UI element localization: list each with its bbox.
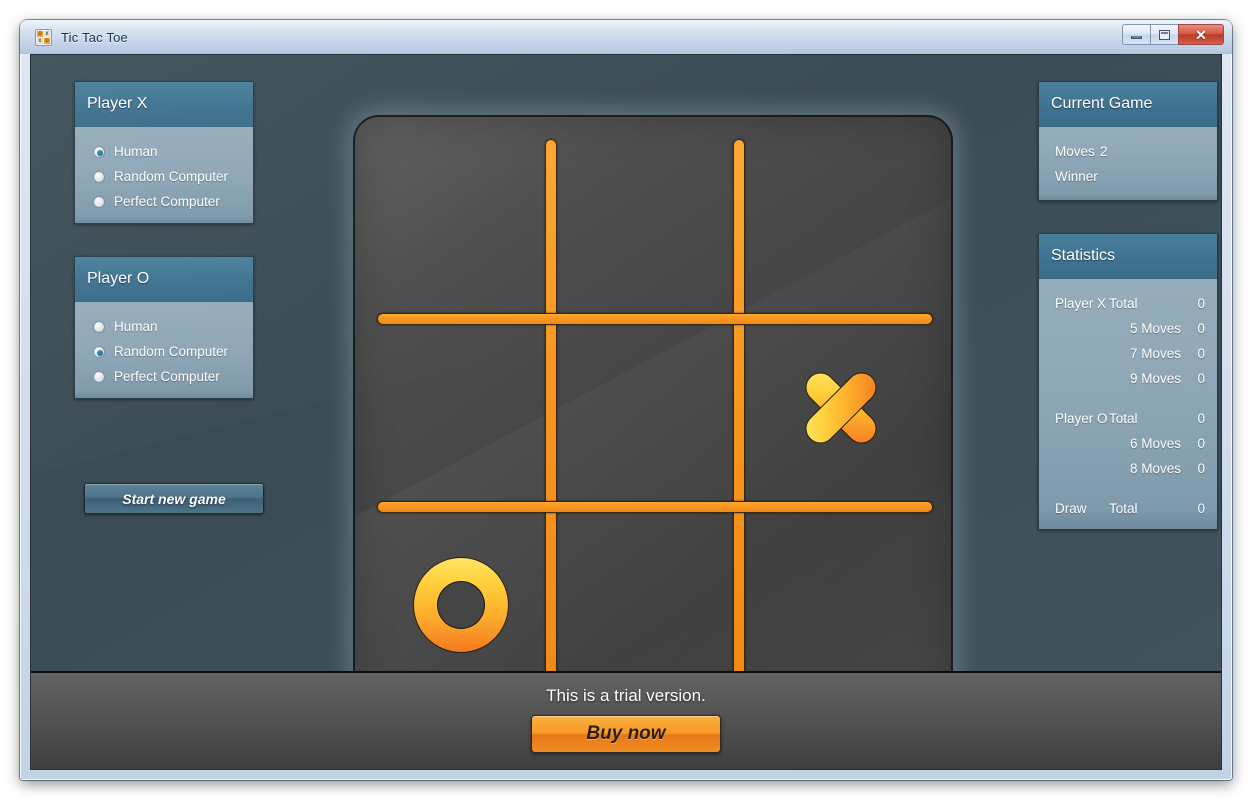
stat-spacer xyxy=(1039,391,1217,406)
buy-now-label: Buy now xyxy=(586,723,666,744)
current-game-row-winner: Winner xyxy=(1039,164,1217,189)
player-o-option-perfect-computer[interactable]: Perfect Computer xyxy=(75,364,253,389)
current-game-title: Current Game xyxy=(1051,95,1153,112)
minimize-icon xyxy=(1131,35,1142,39)
player-x-option-perfect-computer[interactable]: Perfect Computer xyxy=(75,189,253,214)
radio-icon[interactable] xyxy=(93,320,105,333)
board-cell-2-2[interactable] xyxy=(747,507,937,697)
tic-tac-toe-icon: oxxo xyxy=(35,28,52,46)
stat-row-player-x-7-moves: Player X 7 Moves 0 xyxy=(1039,341,1217,366)
stat-value: 0 xyxy=(1197,461,1205,476)
player-x-panel: Player X Human Random Computer Perfect C… xyxy=(74,81,254,224)
close-button[interactable]: ✕ xyxy=(1178,24,1224,45)
stat-row-player-x-5-moves: Player X 5 Moves 0 xyxy=(1039,316,1217,341)
maximize-icon xyxy=(1159,29,1170,40)
stat-row-player-x-9-moves: Player X 9 Moves 0 xyxy=(1039,366,1217,391)
buy-now-button[interactable]: Buy now xyxy=(531,715,721,753)
stat-category: 7 Moves xyxy=(1129,346,1181,361)
game-board[interactable] xyxy=(353,115,953,715)
option-label: Random Computer xyxy=(114,169,229,184)
start-new-game-label: Start new game xyxy=(122,490,226,507)
board-cell-0-0[interactable] xyxy=(365,127,543,309)
option-label: Perfect Computer xyxy=(114,194,220,209)
stat-category: Total xyxy=(1109,296,1138,311)
current-game-row-moves: Moves 2 xyxy=(1039,139,1217,164)
minimize-button[interactable] xyxy=(1122,24,1151,45)
radio-icon[interactable] xyxy=(93,170,105,183)
current-game-body: Moves 2 Winner xyxy=(1039,127,1217,200)
stat-row-player-o-6-moves: Player O 6 Moves 0 xyxy=(1039,431,1217,456)
grid-line-vertical-2 xyxy=(733,139,745,695)
app-window: oxxo Tic Tac Toe ✕ Player X Human Random… xyxy=(20,20,1232,780)
trial-bar: This is a trial version. Buy now xyxy=(31,671,1221,769)
statistics-header: Statistics xyxy=(1039,234,1217,279)
board-mark-x-1-2 xyxy=(795,362,887,454)
window-title: Tic Tac Toe xyxy=(61,29,128,45)
player-o-header: Player O xyxy=(75,257,253,302)
option-label: Human xyxy=(114,319,158,334)
stat-value: 0 xyxy=(1197,436,1205,451)
player-o-option-random-computer[interactable]: Random Computer xyxy=(75,339,253,364)
maximize-button[interactable] xyxy=(1150,24,1179,45)
board-mark-o-2-0 xyxy=(413,557,509,653)
stat-value: 0 xyxy=(1197,371,1205,386)
option-label: Perfect Computer xyxy=(114,369,220,384)
stat-category: 8 Moves xyxy=(1129,461,1181,476)
radio-icon[interactable] xyxy=(93,345,105,358)
board-cell-0-2[interactable] xyxy=(747,127,937,309)
statistics-title: Statistics xyxy=(1051,247,1116,264)
player-o-title: Player O xyxy=(87,270,150,287)
client-area: Player X Human Random Computer Perfect C… xyxy=(30,54,1222,770)
statistics-body: Player X Total 0 Player X 5 Moves 0 Play… xyxy=(1039,279,1217,529)
player-x-option-human[interactable]: Human xyxy=(75,139,253,164)
statistics-panel: Statistics Player X Total 0 Player X 5 M… xyxy=(1038,233,1218,530)
stat-value: 0 xyxy=(1197,411,1205,426)
stat-category: 5 Moves xyxy=(1129,321,1181,336)
stat-value: 0 xyxy=(1197,296,1205,311)
player-x-options: Human Random Computer Perfect Computer xyxy=(75,127,253,223)
player-x-header: Player X xyxy=(75,82,253,127)
moves-value: 2 xyxy=(1100,144,1108,159)
stat-row-draw-total: Draw Total 0 xyxy=(1039,496,1217,521)
player-x-option-random-computer[interactable]: Random Computer xyxy=(75,164,253,189)
board-cell-2-1[interactable] xyxy=(557,507,729,697)
player-o-options: Human Random Computer Perfect Computer xyxy=(75,302,253,398)
stat-value: 0 xyxy=(1197,346,1205,361)
stat-row-player-x-total: Player X Total 0 xyxy=(1039,291,1217,316)
stat-label: Player O xyxy=(1055,411,1108,426)
title-bar[interactable]: oxxo Tic Tac Toe ✕ xyxy=(20,20,1232,54)
close-icon: ✕ xyxy=(1195,26,1207,43)
moves-label: Moves xyxy=(1055,144,1095,159)
start-new-game-button[interactable]: Start new game xyxy=(84,483,264,514)
o-hole xyxy=(437,581,485,629)
player-o-option-human[interactable]: Human xyxy=(75,314,253,339)
stat-category: Total xyxy=(1109,411,1138,426)
stat-category: 9 Moves xyxy=(1129,371,1181,386)
stat-label: Draw xyxy=(1055,501,1087,516)
stat-category: 6 Moves xyxy=(1129,436,1181,451)
stat-value: 0 xyxy=(1197,321,1205,336)
stat-row-player-o-8-moves: Player O 8 Moves 0 xyxy=(1039,456,1217,481)
board-cell-0-1[interactable] xyxy=(557,127,729,309)
player-x-title: Player X xyxy=(87,95,148,112)
radio-icon[interactable] xyxy=(93,370,105,383)
radio-icon[interactable] xyxy=(93,145,105,158)
winner-label: Winner xyxy=(1055,169,1098,184)
player-o-panel: Player O Human Random Computer Perfect C… xyxy=(74,256,254,399)
grid-line-vertical-1 xyxy=(545,139,557,695)
trial-message: This is a trial version. xyxy=(546,686,706,705)
stat-label: Player X xyxy=(1055,296,1107,311)
current-game-panel: Current Game Moves 2 Winner xyxy=(1038,81,1218,201)
radio-icon[interactable] xyxy=(93,195,105,208)
stat-category: Total xyxy=(1109,501,1138,516)
window-controls: ✕ xyxy=(1122,24,1224,45)
option-label: Random Computer xyxy=(114,344,229,359)
stat-value: 0 xyxy=(1197,501,1205,516)
stat-row-player-o-total: Player O Total 0 xyxy=(1039,406,1217,431)
option-label: Human xyxy=(114,144,158,159)
board-cell-1-1[interactable] xyxy=(557,319,729,497)
board-cell-1-0[interactable] xyxy=(365,319,543,497)
current-game-header: Current Game xyxy=(1039,82,1217,127)
stat-spacer xyxy=(1039,481,1217,496)
